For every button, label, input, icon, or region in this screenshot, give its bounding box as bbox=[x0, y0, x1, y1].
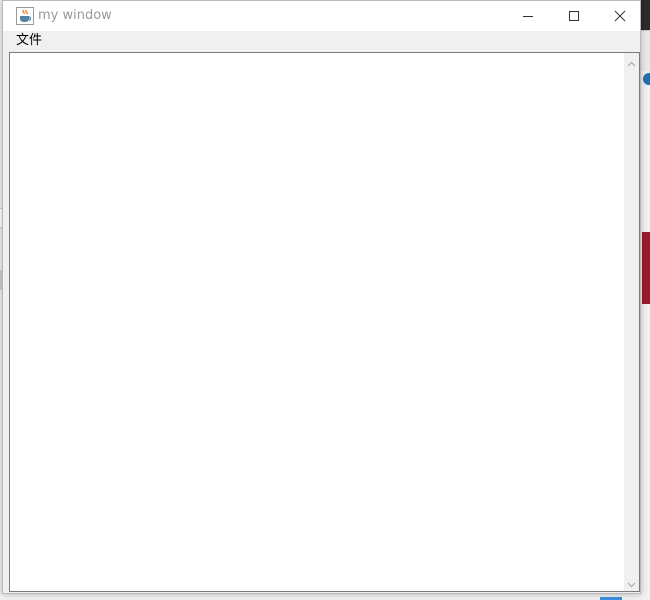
app-window: my window 文件 bbox=[2, 0, 641, 594]
chevron-up-icon bbox=[627, 52, 636, 71]
title-bar[interactable]: my window bbox=[3, 1, 640, 31]
minimize-icon bbox=[522, 7, 534, 26]
maximize-button[interactable] bbox=[551, 1, 597, 31]
java-cup-icon bbox=[16, 7, 34, 25]
text-editor[interactable] bbox=[10, 53, 625, 591]
scroll-down-button[interactable] bbox=[624, 574, 639, 591]
vertical-scrollbar[interactable] bbox=[624, 53, 639, 591]
background-fragment bbox=[643, 73, 650, 85]
chevron-down-icon bbox=[627, 573, 636, 592]
maximize-icon bbox=[568, 7, 580, 26]
minimize-button[interactable] bbox=[505, 1, 551, 31]
background-fragment bbox=[640, 30, 650, 71]
background-fragment bbox=[642, 232, 650, 304]
menu-file[interactable]: 文件 bbox=[15, 32, 43, 50]
close-icon bbox=[614, 7, 626, 26]
scroll-up-button[interactable] bbox=[624, 53, 639, 70]
close-button[interactable] bbox=[597, 1, 643, 31]
menu-bar: 文件 bbox=[3, 31, 640, 51]
text-area-container bbox=[9, 52, 640, 592]
window-title: my window bbox=[38, 8, 112, 23]
